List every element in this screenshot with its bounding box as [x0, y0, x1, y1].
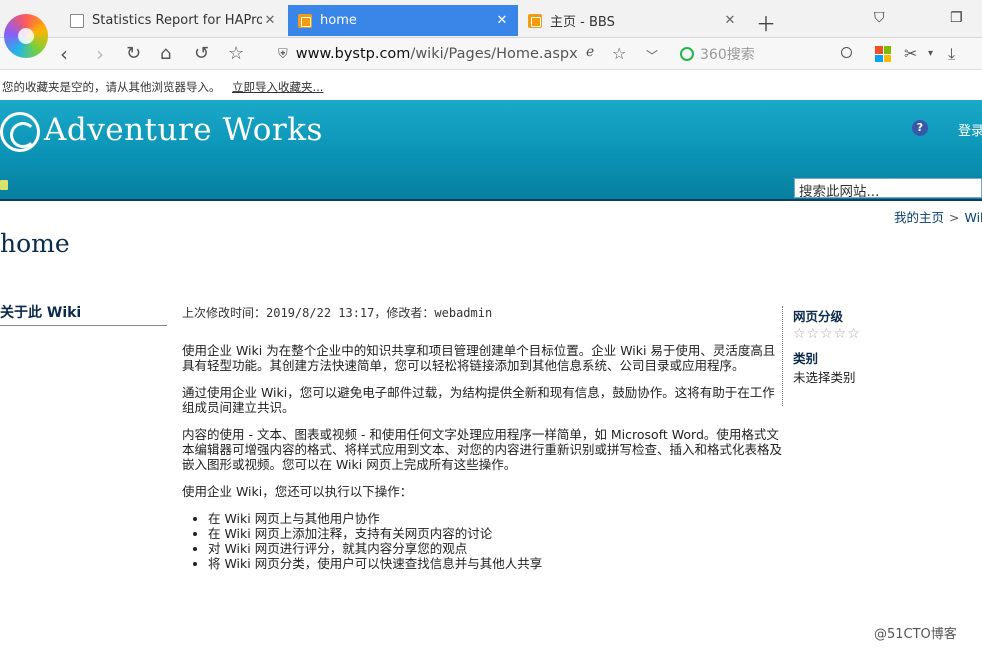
breadcrumb: 我的主页 > Wiki: [894, 207, 982, 226]
breadcrumb-wiki[interactable]: Wiki: [965, 210, 982, 225]
url-field[interactable]: ⛨ www.bystp.com/wiki/Pages/Home.aspx: [272, 41, 670, 67]
modified-info: 上次修改时间：2019/8/22 13:17，修改者：webadmin: [182, 306, 493, 320]
home-button[interactable]: ⌂: [160, 43, 171, 64]
tab-label: home: [320, 13, 357, 28]
site-header: Adventure Works ? 登录 搜索此网站...: [0, 100, 982, 201]
wiki-content: 上次修改时间：2019/8/22 13:17，修改者：webadmin 使用企业…: [182, 306, 782, 571]
list-item: 将 Wiki 网页分类，使用户可以快速查找信息并与其他人共享: [208, 556, 782, 571]
back-button[interactable]: ‹: [60, 42, 68, 66]
list-item: 对 Wiki 网页进行评分，就其内容分享您的观点: [208, 541, 782, 556]
paragraph: 通过使用企业 Wiki，您可以避免电子邮件过载，为结构提供全新和现有信息，鼓励协…: [182, 385, 775, 415]
scissors-icon[interactable]: ✂: [904, 44, 917, 63]
undo-close-button[interactable]: ↺: [194, 43, 209, 64]
address-bar: ‹ › ↻ ⌂ ↺ ☆ ⛨ www.bystp.com/wiki/Pages/H…: [0, 38, 982, 70]
list-item: 在 Wiki 网页上添加注释，支持有关网页内容的讨论: [208, 526, 782, 541]
tab-home[interactable]: home ✕: [288, 5, 518, 36]
search-engine-input[interactable]: 360搜索: [672, 42, 860, 66]
category-heading: 类别: [793, 351, 819, 366]
document-icon: [70, 13, 84, 28]
tab-label: 主页 - BBS: [550, 15, 615, 30]
tab-label: Statistics Report for HAProxy: [92, 13, 262, 28]
paragraph: 内容的使用 - 文本、图表或视频 - 和使用任何文字处理应用程序一样简单，如 M…: [182, 427, 783, 472]
site-search-input[interactable]: 搜索此网站...: [794, 178, 982, 198]
restore-window-button[interactable]: ❐: [950, 10, 963, 26]
forward-button[interactable]: ›: [96, 42, 104, 66]
modified-by-link[interactable]: webadmin: [434, 306, 492, 320]
shield-icon: ⛨: [278, 46, 288, 62]
apps-icon[interactable]: [875, 46, 891, 62]
breadcrumb-separator: >: [949, 210, 960, 225]
search-icon[interactable]: [841, 47, 852, 58]
close-icon[interactable]: ✕: [722, 13, 738, 28]
download-icon[interactable]: ⤓: [948, 44, 955, 64]
about-wiki-heading[interactable]: 关于此 Wiki: [0, 302, 167, 326]
sign-in-link[interactable]: 登录: [958, 120, 982, 139]
feature-list: 在 Wiki 网页上与其他用户协作 在 Wiki 网页上添加注释，支持有关网页内…: [182, 511, 782, 571]
ie-mode-icon[interactable]: ℯ: [586, 44, 594, 60]
rating-stars[interactable]: ☆☆☆☆☆: [793, 326, 902, 342]
bookmark-star-icon[interactable]: ☆: [612, 44, 626, 63]
new-tab-button[interactable]: ＋: [756, 8, 776, 37]
site-title[interactable]: Adventure Works: [44, 112, 323, 148]
list-item: 在 Wiki 网页上与其他用户协作: [208, 511, 782, 526]
help-icon[interactable]: ?: [912, 120, 928, 136]
breadcrumb-home[interactable]: 我的主页: [894, 210, 944, 225]
favorite-star-icon[interactable]: ☆: [228, 43, 244, 64]
search-placeholder: 360搜索: [700, 47, 755, 63]
paragraph: 使用企业 Wiki，您还可以执行以下操作：: [182, 484, 413, 499]
sharepoint-icon: [528, 13, 542, 28]
sharepoint-icon: [298, 13, 312, 28]
search-engine-icon: [680, 47, 694, 61]
favorites-empty-text: 您的收藏夹是空的，请从其他浏览器导入。: [2, 80, 221, 94]
import-favorites-link[interactable]: 立即导入收藏夹...: [232, 79, 323, 95]
url-text: www.bystp.com/wiki/Pages/Home.aspx: [295, 46, 578, 62]
shirt-icon[interactable]: ⛉: [874, 10, 885, 26]
tab-haproxy[interactable]: Statistics Report for HAProxy ✕: [60, 5, 286, 36]
site-actions-icon[interactable]: [0, 180, 8, 190]
tab-bar: Statistics Report for HAProxy ✕ home ✕ 主…: [0, 0, 982, 38]
page-title: home: [0, 229, 70, 258]
paragraph: 使用企业 Wiki 为在整个企业中的知识共享和项目管理创建单个目标位置。企业 W…: [182, 343, 776, 373]
browser-logo-icon: [4, 14, 48, 58]
page-properties-panel: 网页分级 ☆☆☆☆☆ 类别 未选择类别: [782, 306, 902, 406]
watermark: @51CTO博客: [874, 627, 957, 642]
rating-heading: 网页分级: [793, 309, 844, 324]
close-icon[interactable]: ✕: [262, 13, 278, 28]
adventure-works-logo-icon: [0, 112, 40, 152]
category-value: 未选择类别: [793, 370, 856, 385]
reload-button[interactable]: ↻: [126, 43, 141, 64]
chevron-down-icon[interactable]: ▾: [928, 48, 933, 59]
favorites-bar: 您的收藏夹是空的，请从其他浏览器导入。 立即导入收藏夹...: [0, 70, 982, 100]
chevron-down-icon[interactable]: ﹀: [646, 47, 658, 64]
tab-bbs[interactable]: 主页 - BBS ✕: [518, 5, 746, 36]
close-icon[interactable]: ✕: [494, 13, 510, 28]
